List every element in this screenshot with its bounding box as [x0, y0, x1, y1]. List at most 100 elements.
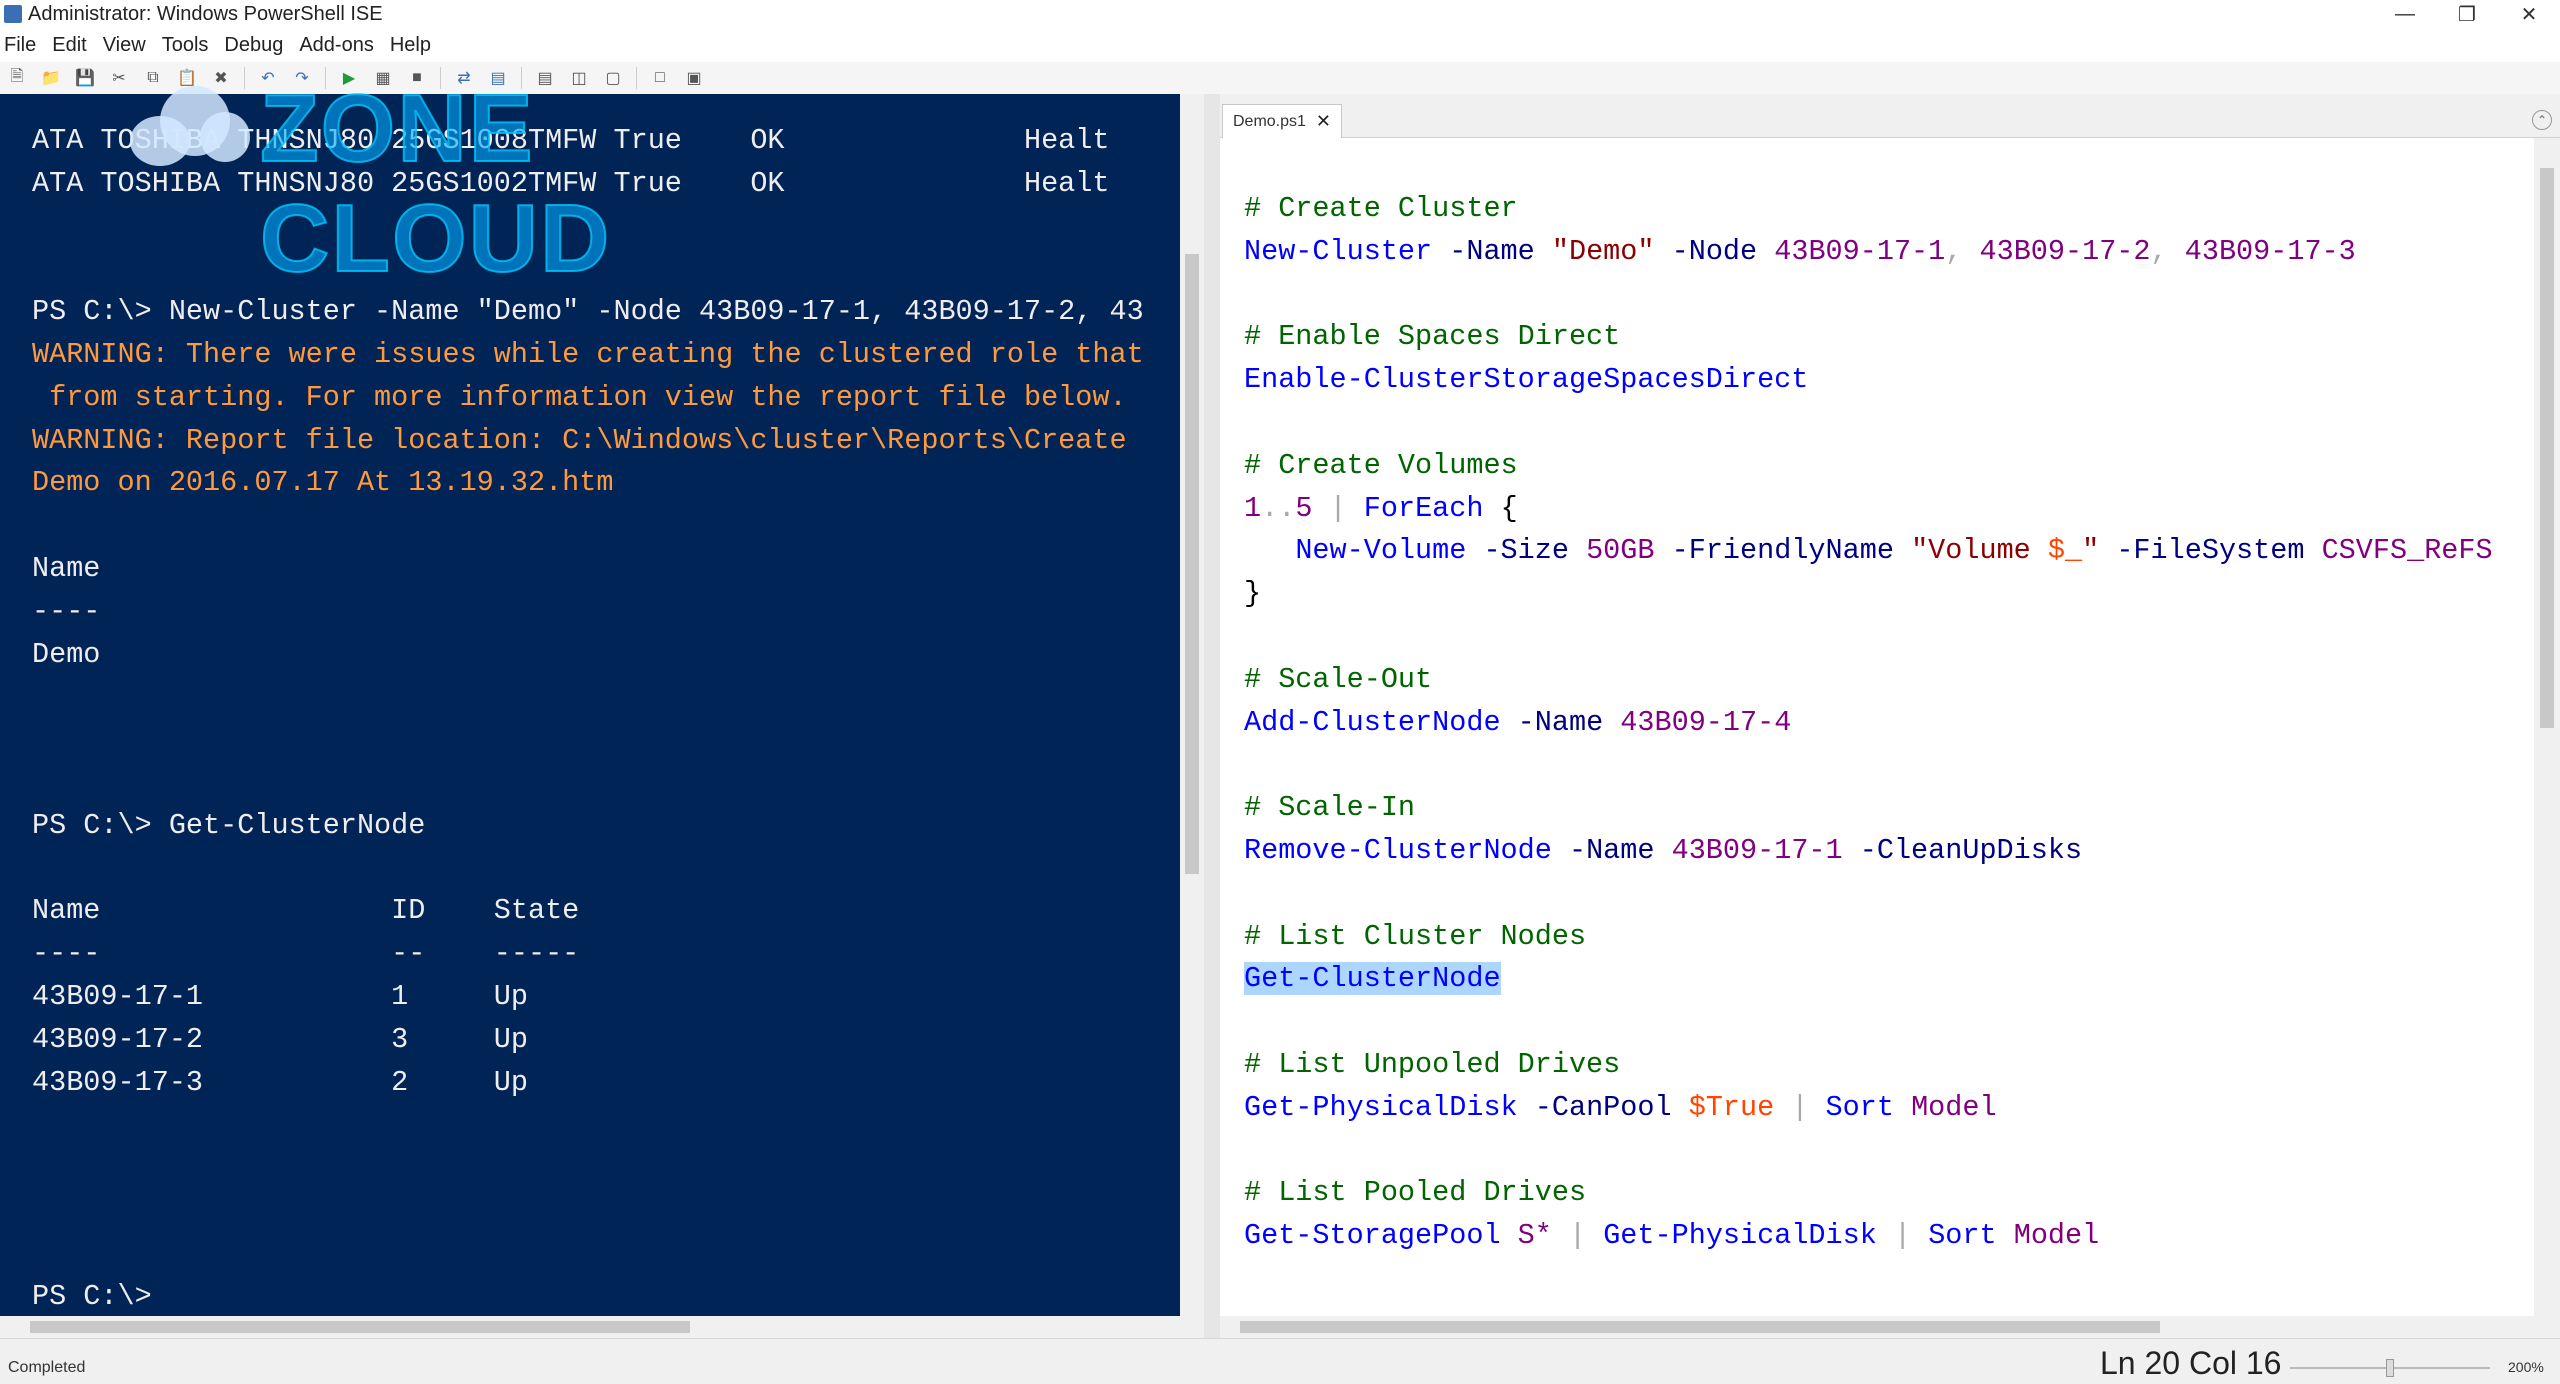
tab-demo-ps1[interactable]: Demo.ps1 ✕ — [1222, 104, 1343, 138]
code-line: Get-StoragePool S* | Get-PhysicalDisk | … — [1244, 1219, 2099, 1252]
scroll-thumb[interactable] — [1185, 254, 1199, 874]
code-token: S* — [1517, 1219, 1552, 1253]
console-horizontal-scrollbar[interactable] — [0, 1316, 1204, 1338]
code-token: # Scale-In — [1244, 791, 1416, 825]
minimize-icon[interactable]: — — [2374, 0, 2436, 28]
editor-vertical-scrollbar[interactable] — [2534, 138, 2560, 1316]
code-token: " — [2082, 534, 2100, 568]
code-token: -CanPool — [1534, 1090, 1672, 1124]
copy-icon[interactable]: ⧉ — [142, 67, 164, 89]
code-token: "Volume — [1911, 534, 2048, 568]
scroll-thumb[interactable] — [30, 1321, 690, 1333]
code-token: | — [1329, 491, 1347, 525]
clear-console-icon[interactable]: ✖ — [210, 67, 232, 89]
script-code[interactable]: # Create Cluster New-Cluster -Name "Demo… — [1244, 188, 2493, 1258]
zoom-slider[interactable] — [2290, 1359, 2490, 1377]
console-line: ---- -- ----- — [32, 937, 580, 971]
console-line: ---- — [32, 594, 101, 628]
console-line: 43B09-17-3 2 Up — [32, 1065, 528, 1099]
code-line: # List Cluster Nodes — [1244, 920, 1586, 953]
toolbar-separator — [325, 67, 326, 89]
code-token: -Node — [1671, 234, 1758, 268]
script-editor[interactable]: # Create Cluster New-Cluster -Name "Demo… — [1220, 138, 2534, 1316]
code-token: New-Volume — [1295, 534, 1467, 568]
console-line: from starting. For more information view… — [32, 380, 1127, 414]
close-icon[interactable]: ✕ — [2498, 0, 2560, 28]
code-line: 1..5 | ForEach { — [1244, 492, 1518, 525]
toolbar-separator — [440, 67, 441, 89]
run-script-icon[interactable]: ▶ — [338, 67, 360, 89]
code-token: Enable-ClusterStorageSpacesDirect — [1244, 363, 1809, 397]
code-token: 43B09-17-2 — [1979, 234, 2151, 268]
script-tab-strip: Demo.ps1 ✕ ⌃ — [1220, 102, 2560, 138]
scroll-thumb[interactable] — [1240, 1321, 2160, 1333]
show-script-maximized-icon[interactable]: ▢ — [602, 67, 624, 89]
new-file-icon[interactable]: 🗎 — [6, 67, 28, 89]
code-line: Enable-ClusterStorageSpacesDirect — [1244, 363, 1808, 396]
editor-horizontal-scrollbar[interactable] — [1220, 1316, 2560, 1338]
code-token: ForEach — [1363, 491, 1484, 525]
code-token: Remove-ClusterNode — [1244, 833, 1552, 867]
code-line: Get-ClusterNode — [1244, 962, 1501, 996]
show-command-addon-icon[interactable]: ▣ — [683, 67, 705, 89]
stop-icon[interactable]: ■ — [406, 67, 428, 89]
toolbar-separator — [636, 67, 637, 89]
menu-tools[interactable]: Tools — [162, 34, 209, 57]
code-token: Model — [2013, 1219, 2100, 1253]
console-line: PS C:\> — [32, 1279, 152, 1313]
show-command-window-icon[interactable]: □ — [649, 67, 671, 89]
start-powershell-icon[interactable]: ▤ — [487, 67, 509, 89]
open-folder-icon[interactable]: 📁 — [40, 67, 62, 89]
code-token: -Name — [1568, 833, 1655, 867]
console-line: ATA TOSHIBA THNSNJ80 25GS1002TMFW True O… — [32, 166, 1110, 200]
console-line: PS C:\> New-Cluster -Name "Demo" -Node 4… — [32, 295, 1144, 329]
run-selection-icon[interactable]: ▦ — [372, 67, 394, 89]
code-line: # Create Cluster — [1244, 192, 1518, 225]
undo-icon[interactable]: ↶ — [257, 67, 279, 89]
pane-splitter[interactable] — [1204, 94, 1220, 1338]
code-token: -Size — [1483, 534, 1569, 568]
paste-icon[interactable]: 📋 — [176, 67, 198, 89]
code-token: $True — [1688, 1090, 1775, 1124]
console-output[interactable]: ATA TOSHIBA THNSNJ80 25GS1008TMFW True O… — [32, 120, 1144, 1316]
save-icon[interactable]: 💾 — [74, 67, 96, 89]
redo-icon[interactable]: ↷ — [291, 67, 313, 89]
menu-bar: File Edit View Tools Debug Add-ons Help — [0, 28, 2560, 62]
code-line: New-Cluster -Name "Demo" -Node 43B09-17-… — [1244, 235, 2356, 268]
code-line: Get-PhysicalDisk -CanPool $True | Sort M… — [1244, 1091, 1997, 1124]
show-script-top-icon[interactable]: ▤ — [534, 67, 556, 89]
code-line: # Enable Spaces Direct — [1244, 320, 1620, 353]
show-script-right-icon[interactable]: ◫ — [568, 67, 590, 89]
console-vertical-scrollbar[interactable] — [1180, 94, 1204, 1316]
code-token: 5 — [1295, 491, 1313, 525]
code-token: Model — [1911, 1090, 1997, 1124]
menu-file[interactable]: File — [4, 34, 36, 57]
menu-debug[interactable]: Debug — [224, 34, 283, 57]
cut-icon[interactable]: ✂ — [108, 67, 130, 89]
code-token: -Name — [1517, 705, 1604, 739]
console-pane[interactable]: ATA TOSHIBA THNSNJ80 25GS1008TMFW True O… — [0, 94, 1180, 1316]
code-token: Get-PhysicalDisk — [1603, 1219, 1877, 1253]
menu-view[interactable]: View — [103, 34, 146, 57]
restore-icon[interactable]: ❐ — [2436, 0, 2498, 28]
zoom-slider-knob[interactable] — [2386, 1359, 2394, 1377]
code-line: # Scale-Out — [1244, 663, 1432, 696]
menu-help[interactable]: Help — [390, 34, 431, 57]
console-line: PS C:\> Get-ClusterNode — [32, 808, 426, 842]
remote-powershell-icon[interactable]: ⇄ — [453, 67, 475, 89]
code-token: -FileSystem — [2116, 534, 2305, 568]
close-tab-icon[interactable]: ✕ — [1316, 111, 1331, 132]
menu-edit[interactable]: Edit — [52, 34, 86, 57]
scroll-thumb[interactable] — [2540, 168, 2554, 728]
code-line: # Scale-In — [1244, 791, 1415, 824]
console-line: Demo — [32, 637, 101, 671]
collapse-script-pane-icon[interactable]: ⌃ — [2532, 110, 2552, 130]
menu-add-ons[interactable]: Add-ons — [299, 34, 374, 57]
